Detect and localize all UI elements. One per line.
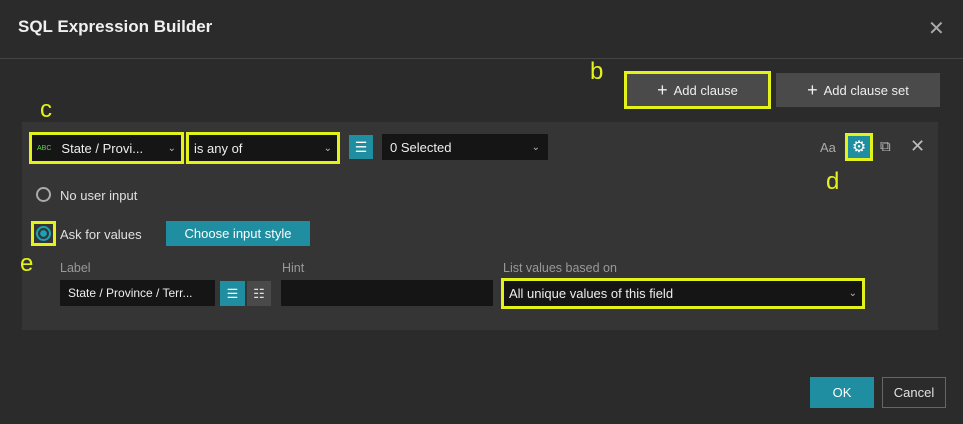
cancel-button[interactable]: Cancel	[882, 377, 946, 408]
no-user-input-label: No user input	[60, 188, 138, 203]
label-title: Label	[60, 261, 91, 275]
chevron-down-icon: ⌄	[531, 141, 540, 153]
string-field-icon: ABC	[37, 144, 52, 152]
add-clause-set-label: Add clause set	[823, 82, 909, 98]
chevron-down-icon: ⌄	[167, 142, 176, 154]
annotation-d: d	[826, 168, 840, 195]
value-source-icon[interactable]: ☰	[349, 135, 373, 159]
operator-value: is any of	[194, 140, 243, 156]
close-icon[interactable]: ✕	[928, 16, 945, 41]
list-values-title: List values based on	[503, 261, 617, 275]
add-clause-button[interactable]: + Add clause	[624, 71, 771, 109]
no-user-input-radio[interactable]	[36, 187, 51, 202]
add-clause-set-button[interactable]: + Add clause set	[776, 73, 940, 107]
value-text: 0 Selected	[390, 139, 452, 155]
delete-clause-icon[interactable]: ✕	[910, 136, 925, 157]
case-sensitive-toggle[interactable]: Aa	[820, 140, 836, 155]
plus-icon: +	[657, 79, 668, 100]
list-values-value: All unique values of this field	[509, 286, 674, 301]
field-value: State / Provi...	[61, 140, 144, 156]
chevron-down-icon: ⌄	[323, 142, 332, 154]
annotation-c: c	[40, 96, 52, 123]
list-values-select[interactable]: All unique values of this field ⌄	[501, 278, 865, 309]
copy-icon[interactable]: ⧉	[880, 138, 891, 155]
annotation-b: b	[590, 58, 604, 85]
value-select[interactable]: 0 Selected ⌄	[382, 134, 548, 160]
field-select[interactable]: ABC State / Provi... ⌄	[29, 132, 184, 164]
hint-title: Hint	[282, 261, 305, 275]
plus-icon: +	[807, 79, 818, 100]
dialog-title: SQL Expression Builder	[18, 17, 213, 36]
annotation-e: e	[20, 250, 34, 277]
gear-icon[interactable]: ⚙	[845, 133, 873, 161]
hint-input[interactable]	[281, 280, 493, 306]
ask-for-values-radio[interactable]	[36, 226, 51, 241]
operator-select[interactable]: is any of ⌄	[186, 132, 340, 164]
choose-input-style-button[interactable]: Choose input style	[166, 221, 310, 246]
label-value: State / Province / Terr...	[68, 286, 193, 300]
divider	[0, 58, 963, 59]
single-line-icon[interactable]: ☰	[220, 281, 245, 306]
list-icon[interactable]: ☷	[247, 281, 271, 306]
label-input[interactable]: State / Province / Terr...	[60, 280, 215, 306]
ok-button[interactable]: OK	[810, 377, 874, 408]
chevron-down-icon: ⌄	[848, 288, 857, 299]
ask-for-values-label: Ask for values	[60, 227, 142, 242]
add-clause-label: Add clause	[673, 82, 738, 98]
